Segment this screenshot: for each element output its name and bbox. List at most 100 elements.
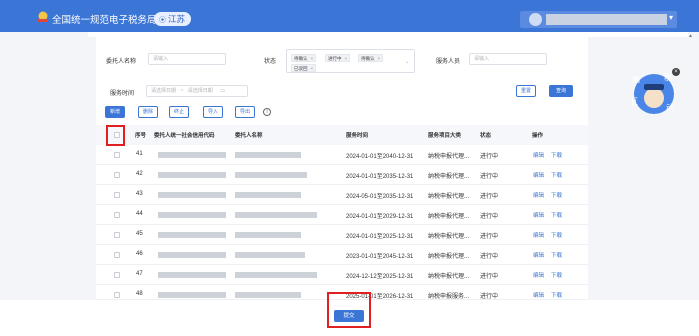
status-label: 状态: [264, 59, 277, 65]
download-link[interactable]: 下载: [551, 211, 562, 219]
status-tag[interactable]: 待确认 ×: [291, 54, 317, 62]
col-header-client-name: 委托人名称: [235, 133, 263, 139]
client-name-input[interactable]: 请输入: [148, 53, 226, 65]
region-selector[interactable]: ⦿ 江苏: [154, 12, 192, 26]
service-date-range[interactable]: 请选择日期 ~ 请选择日期 ▭: [146, 85, 248, 97]
row-status: 进行中: [480, 194, 499, 200]
col-header-service-time: 服务时间: [346, 133, 369, 139]
col-header-credit-code: 委托人统一社会信用代码: [154, 133, 215, 139]
edit-link[interactable]: 编辑: [533, 171, 544, 179]
row-checkbox[interactable]: [114, 172, 120, 178]
add-button[interactable]: 新增: [105, 106, 125, 118]
reset-button[interactable]: 重置: [516, 85, 536, 97]
edit-link[interactable]: 编辑: [533, 211, 544, 219]
site-title: 全国统一规范电子税务局: [52, 15, 157, 26]
redacted-client-name: [235, 272, 317, 278]
tag-close-icon: ×: [310, 56, 314, 61]
row-service-time: 2023-01-01至2045-12-31: [346, 254, 414, 260]
row-service-time: 2024-01-01至2029-12-31: [346, 214, 414, 220]
row-status: 进行中: [480, 254, 499, 260]
redacted-credit-code: [158, 212, 226, 218]
info-icon[interactable]: i: [263, 108, 271, 116]
status-tag[interactable]: 进行中 ×: [325, 54, 351, 62]
row-service-time: 2024-05-01至2035-12-31: [346, 194, 414, 200]
row-no: 46: [136, 251, 143, 257]
row-category: 纳税申报代理...: [428, 274, 470, 280]
import-button[interactable]: 导入: [203, 106, 223, 118]
row-service-time: 2024-12-12至2025-12-31: [346, 274, 414, 280]
table-row: 44 2024-01-01至2029-12-31 纳税申报代理... 进行中 编…: [96, 205, 588, 225]
tag-close-icon: ×: [377, 56, 381, 61]
row-status: 进行中: [480, 294, 499, 300]
highlight-select-all: [106, 125, 125, 146]
row-category: 纳税申报代理...: [428, 214, 470, 220]
row-no: 41: [136, 151, 143, 157]
table-row: 43 2024-05-01至2035-12-31 纳税申报代理... 进行中 编…: [96, 185, 588, 205]
table-row: 42 2024-01-01至2035-12-31 纳税申报代理... 进行中 编…: [96, 165, 588, 185]
edit-link[interactable]: 编辑: [533, 151, 544, 159]
row-status: 进行中: [480, 174, 499, 180]
row-service-time: 2024-01-01至2035-12-31: [346, 174, 414, 180]
main-card: 委托人名称 请输入 状态 待确认 × 进行中 × 待确认 × 已驳回 × ⌄ 服务人员 …: [96, 37, 588, 300]
close-icon[interactable]: ×: [672, 68, 680, 76]
table-row: 47 2024-12-12至2025-12-31 纳税申报代理... 进行中 编…: [96, 265, 588, 285]
row-category: 纳税申报代理...: [428, 154, 470, 160]
status-multiselect[interactable]: 待确认 × 进行中 × 待确认 × 已驳回 × ⌄: [286, 49, 415, 73]
edit-link[interactable]: 编辑: [533, 191, 544, 199]
table-row: 45 2024-01-01至2025-12-31 纳税申报代理... 进行中 编…: [96, 225, 588, 245]
tag-close-icon: ×: [310, 66, 314, 71]
status-tag[interactable]: 已驳回 ×: [291, 64, 317, 72]
row-no: 45: [136, 231, 143, 237]
row-checkbox[interactable]: [114, 232, 120, 238]
scroll-up-arrow-icon[interactable]: ▲: [688, 33, 693, 39]
redacted-client-name: [235, 172, 307, 178]
download-link[interactable]: 下载: [551, 271, 562, 279]
row-checkbox[interactable]: [114, 152, 120, 158]
redacted-client-name: [235, 292, 301, 298]
row-checkbox[interactable]: [114, 212, 120, 218]
svg-text:纳: 纳: [632, 74, 640, 84]
row-checkbox[interactable]: [114, 292, 120, 298]
row-checkbox[interactable]: [114, 192, 120, 198]
user-menu[interactable]: ▾: [520, 11, 677, 28]
tax-assistant-mascot-icon[interactable]: 纳 税 互 动: [628, 68, 680, 116]
edit-link[interactable]: 编辑: [533, 291, 544, 299]
delete-button[interactable]: 删除: [138, 106, 158, 118]
query-button[interactable]: 查询: [549, 85, 573, 97]
download-link[interactable]: 下载: [551, 231, 562, 239]
end-date-placeholder[interactable]: 请选择日期: [188, 88, 213, 94]
redacted-credit-code: [158, 172, 226, 178]
tag-close-icon: ×: [344, 56, 348, 61]
edit-link[interactable]: 编辑: [533, 231, 544, 239]
table-row: 41 2024-01-01至2040-12-31 纳税申报代理... 进行中 编…: [96, 145, 588, 165]
download-link[interactable]: 下载: [551, 251, 562, 259]
start-date-placeholder[interactable]: 请选择日期: [151, 88, 176, 94]
service-time-label: 服务时间: [110, 91, 135, 97]
page-scrollbar[interactable]: [688, 32, 694, 312]
download-link[interactable]: 下载: [551, 191, 562, 199]
date-separator: ~: [180, 88, 184, 94]
row-service-time: 2024-01-01至2025-12-31: [346, 234, 414, 240]
service-person-label: 服务人员: [436, 59, 461, 65]
edit-link[interactable]: 编辑: [533, 271, 544, 279]
user-name-redacted: [546, 14, 667, 25]
download-link[interactable]: 下载: [551, 151, 562, 159]
redacted-credit-code: [158, 152, 226, 158]
redacted-client-name: [235, 192, 301, 198]
page: 全国统一规范电子税务局 ⦿ 江苏 ▾ ▲ 委托人名称 请输入 状态 待确认 × 进行…: [0, 0, 699, 336]
service-person-input[interactable]: 请输入: [469, 53, 547, 65]
row-checkbox[interactable]: [114, 272, 120, 278]
row-checkbox[interactable]: [114, 252, 120, 258]
row-category: 纳税申报代理...: [428, 194, 470, 200]
row-no: 47: [136, 271, 143, 277]
redacted-credit-code: [158, 252, 226, 258]
status-tag[interactable]: 待确认 ×: [358, 54, 384, 62]
redacted-credit-code: [158, 192, 226, 198]
export-button[interactable]: 导出: [235, 106, 255, 118]
download-link[interactable]: 下载: [551, 291, 562, 299]
edit-link[interactable]: 编辑: [533, 251, 544, 259]
table-row: 46 2023-01-01至2045-12-31 纳税申报代理... 进行中 编…: [96, 245, 588, 265]
download-link[interactable]: 下载: [551, 171, 562, 179]
row-category: 纳税申报代理...: [428, 174, 470, 180]
terminate-button[interactable]: 终止: [169, 106, 189, 118]
